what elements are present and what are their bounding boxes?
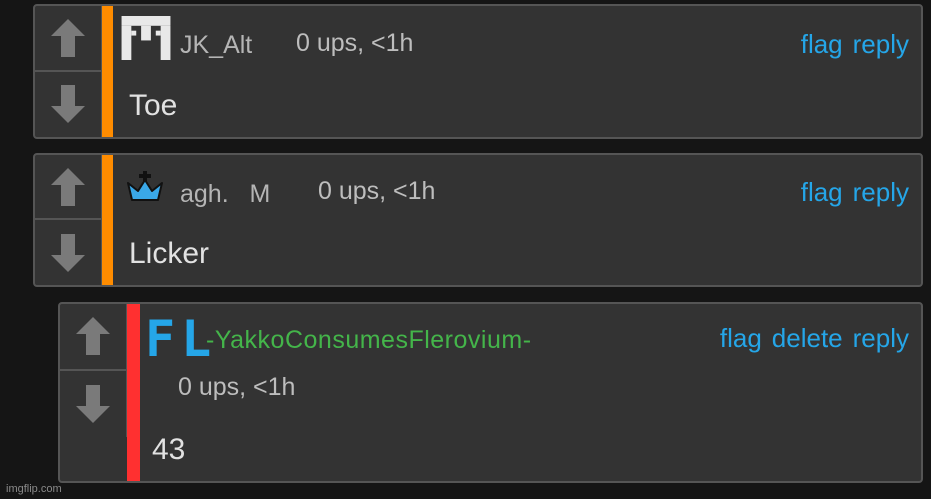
downvote-button[interactable]	[35, 72, 101, 138]
comment-meta: 0 ups, <1h	[178, 373, 296, 401]
flag-link[interactable]: flag	[801, 29, 843, 60]
flag-link[interactable]: flag	[801, 177, 843, 208]
upvote-button[interactable]	[35, 6, 101, 72]
reply-link[interactable]: reply	[853, 29, 909, 60]
upvote-button[interactable]	[35, 155, 101, 220]
crown-icon	[127, 171, 163, 201]
comment-meta: 0 ups, <1h	[296, 29, 414, 57]
comment-stripe	[102, 6, 113, 137]
comment-text: Licker	[129, 237, 210, 270]
comment-card: FL -YakkoConsumesFlerovium- flag delete …	[58, 302, 923, 483]
arrow-up-icon	[76, 317, 110, 356]
comment-username[interactable]: -YakkoConsumesFlerovium-	[206, 326, 532, 355]
downvote-button[interactable]	[35, 220, 101, 285]
comment-meta: 0 ups, <1h	[318, 177, 436, 205]
comment-stripe	[127, 304, 140, 481]
vote-column	[35, 6, 102, 137]
comment-card: agh. M 0 ups, <1h flag reply Licker	[33, 153, 923, 287]
comment-card: JK_Alt 0 ups, <1h flag reply Toe	[33, 4, 923, 139]
vote-column	[60, 304, 127, 437]
reply-link[interactable]: reply	[853, 177, 909, 208]
pixel-logo-icon	[121, 16, 171, 60]
reply-link[interactable]: reply	[853, 323, 909, 354]
vote-column	[35, 155, 102, 285]
comment-text: Toe	[129, 89, 178, 122]
arrow-up-icon	[51, 18, 85, 57]
arrow-up-icon	[51, 167, 85, 206]
upvote-button[interactable]	[60, 304, 126, 371]
arrow-down-icon	[76, 384, 110, 423]
watermark: imgflip.com	[6, 483, 62, 495]
flag-link[interactable]: flag	[720, 323, 762, 354]
downvote-button[interactable]	[60, 371, 126, 438]
arrow-down-icon	[51, 85, 85, 124]
arrow-down-icon	[51, 233, 85, 272]
comment-username[interactable]: agh. M	[180, 180, 270, 209]
comment-stripe	[102, 155, 113, 285]
comment-username[interactable]: JK_Alt	[180, 31, 252, 60]
comment-text: 43	[152, 433, 186, 466]
delete-link[interactable]: delete	[772, 323, 843, 354]
